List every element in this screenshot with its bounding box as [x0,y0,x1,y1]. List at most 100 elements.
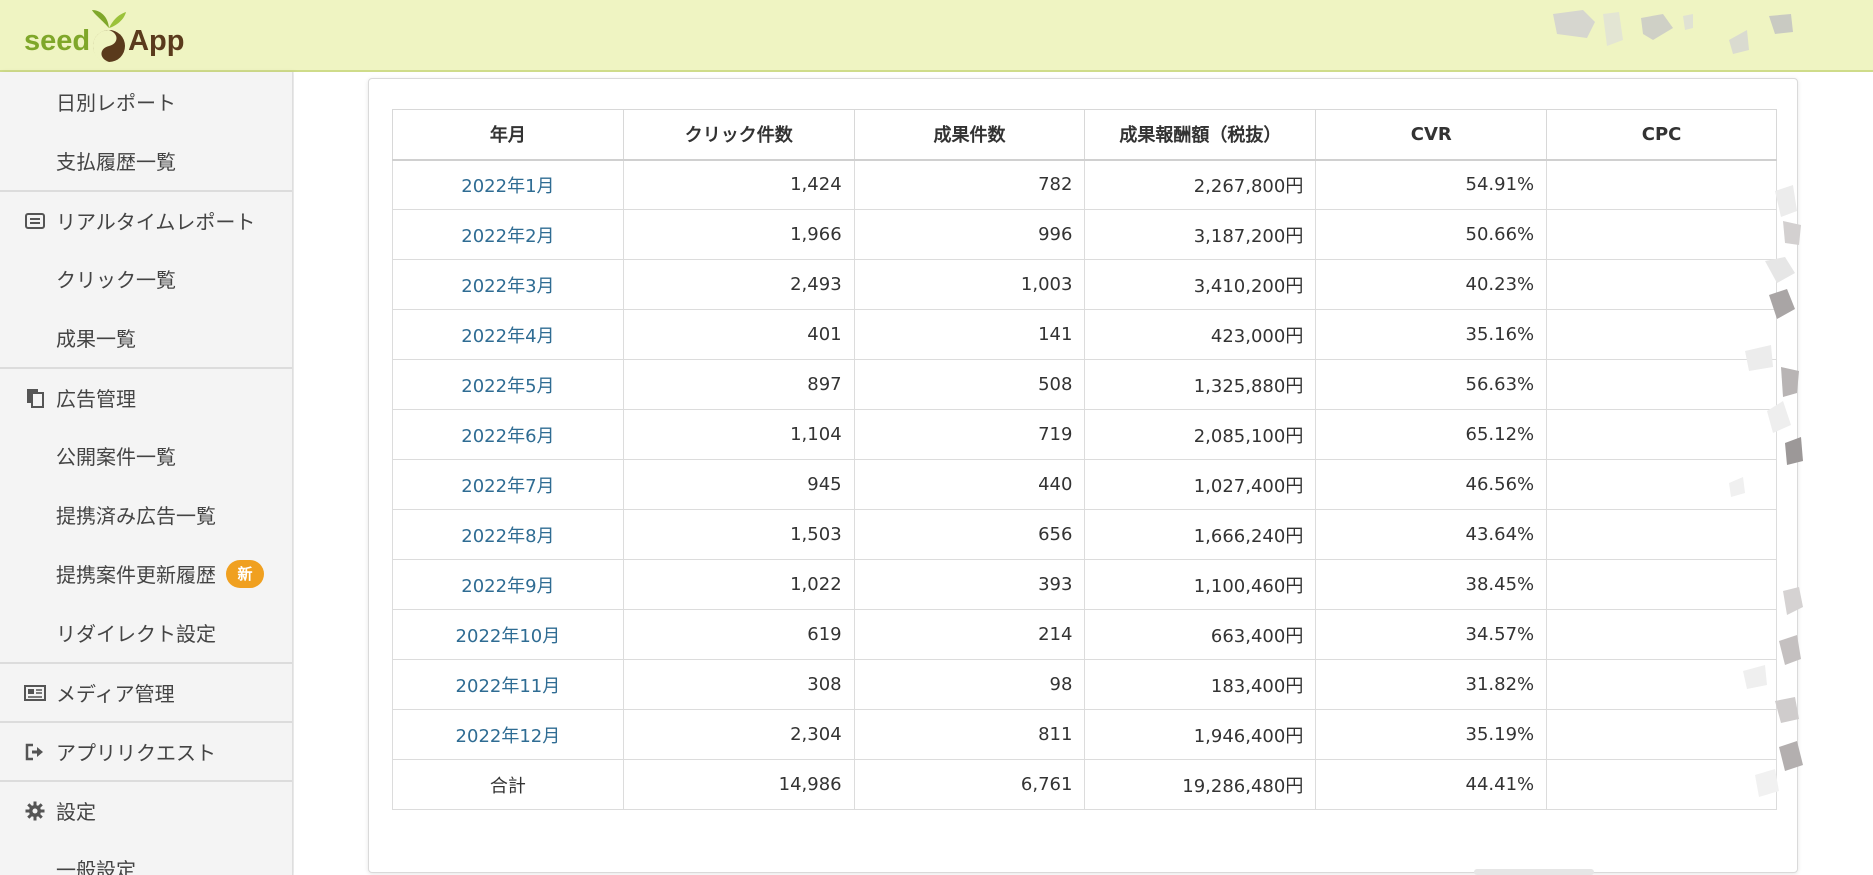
reward-cell: 663,400円 [1084,609,1317,660]
reward-cell: 1,027,400円 [1084,459,1317,510]
cpc-cell [1546,709,1777,760]
sidebar-item-label: クリック一覧 [56,268,176,292]
sidebar-item-affiliated-ads[interactable]: 提携済み広告一覧 [0,485,292,544]
reward-cell: 2,267,800円 [1084,159,1317,210]
cvr-cell: 56.63% [1315,359,1548,410]
sidebar-item-public-offers[interactable]: 公開案件一覧 [0,426,292,485]
newspaper-icon [24,682,46,704]
clicks-cell: 1,022 [622,559,855,610]
month-link[interactable]: 2022年12月 [392,709,624,760]
horizontal-scrollbar[interactable] [1474,869,1594,875]
sidebar-item-payment-history[interactable]: 支払履歴一覧 [0,131,292,190]
sidebar-item-label: リアルタイムレポート [56,210,256,234]
clicks-cell: 401 [622,309,855,360]
main-content: 年月 クリック件数 成果件数 成果報酬額（税抜） CVR CPC 2022年1月… [294,72,1873,875]
cvr-cell: 43.64% [1315,509,1548,560]
column-header-cvr: CVR [1315,109,1548,161]
sidebar-item-label: リダイレクト設定 [56,622,216,646]
sidebar: 日別レポート 支払履歴一覧 リアルタイムレポート クリック一覧 成果一覧 広告管… [0,72,293,875]
conversions-cell: 811 [853,709,1086,760]
conversions-cell: 98 [853,659,1086,710]
month-link[interactable]: 2022年2月 [392,209,624,260]
total-conversions-cell: 6,761 [853,759,1086,810]
reward-cell: 423,000円 [1084,309,1317,360]
sidebar-item-daily-report[interactable]: 日別レポート [0,72,292,131]
cvr-cell: 35.16% [1315,309,1548,360]
cpc-cell [1546,359,1777,410]
table-row: 2022年11月 308 98 183,400円 31.82% [392,659,1777,710]
cpc-cell [1546,659,1777,710]
month-link[interactable]: 2022年1月 [392,159,624,210]
reward-cell: 1,946,400円 [1084,709,1317,760]
month-link[interactable]: 2022年6月 [392,409,624,460]
conversions-cell: 1,003 [853,259,1086,310]
sidebar-item-label: 成果一覧 [56,327,136,351]
sidebar-item-offer-update-history[interactable]: 提携案件更新履歴 新 [0,544,292,603]
month-link[interactable]: 2022年11月 [392,659,624,710]
cvr-cell: 38.45% [1315,559,1548,610]
clicks-cell: 308 [622,659,855,710]
reward-cell: 3,410,200円 [1084,259,1317,310]
monthly-report-table: 年月 クリック件数 成果件数 成果報酬額（税抜） CVR CPC 2022年1月… [392,109,1777,810]
blurred-user-area [1553,10,1793,54]
month-link[interactable]: 2022年8月 [392,509,624,560]
table-row: 2022年12月 2,304 811 1,946,400円 35.19% [392,709,1777,760]
sign-out-icon [24,741,46,763]
cvr-cell: 31.82% [1315,659,1548,710]
column-header-conversions: 成果件数 [853,109,1086,161]
app-header: seed App [0,0,1873,72]
sidebar-item-conversion-list[interactable]: 成果一覧 [0,308,292,367]
sidebar-item-label: 提携案件更新履歴 [56,563,216,587]
conversions-cell: 996 [853,209,1086,260]
total-cvr-cell: 44.41% [1315,759,1548,810]
clicks-cell: 2,304 [622,709,855,760]
cvr-cell: 40.23% [1315,259,1548,310]
month-link[interactable]: 2022年7月 [392,459,624,510]
month-link[interactable]: 2022年10月 [392,609,624,660]
seed-sprout-icon [90,8,128,66]
total-cpc-cell [1546,759,1777,810]
sidebar-item-label: 公開案件一覧 [56,445,176,469]
table-row: 2022年10月 619 214 663,400円 34.57% [392,609,1777,660]
month-link[interactable]: 2022年9月 [392,559,624,610]
documents-icon [24,387,46,409]
conversions-cell: 214 [853,609,1086,660]
cpc-cell [1546,309,1777,360]
list-icon [24,210,46,232]
table-total-row: 合計 14,986 6,761 19,286,480円 44.41% [392,759,1777,810]
conversions-cell: 440 [853,459,1086,510]
cvr-cell: 65.12% [1315,409,1548,460]
conversions-cell: 656 [853,509,1086,560]
table-row: 2022年3月 2,493 1,003 3,410,200円 40.23% [392,259,1777,310]
column-header-month: 年月 [392,109,624,161]
sidebar-item-label: 設定 [56,800,96,824]
sidebar-item-click-list[interactable]: クリック一覧 [0,249,292,308]
month-link[interactable]: 2022年3月 [392,259,624,310]
conversions-cell: 719 [853,409,1086,460]
reward-cell: 2,085,100円 [1084,409,1317,460]
table-row: 2022年2月 1,966 996 3,187,200円 50.66% [392,209,1777,260]
column-header-reward: 成果報酬額（税抜） [1084,109,1317,161]
month-link[interactable]: 2022年5月 [392,359,624,410]
clicks-cell: 2,493 [622,259,855,310]
table-row: 2022年4月 401 141 423,000円 35.16% [392,309,1777,360]
sidebar-item-label: 支払履歴一覧 [56,150,176,174]
column-header-clicks: クリック件数 [622,109,855,161]
reward-cell: 1,325,880円 [1084,359,1317,410]
conversions-cell: 393 [853,559,1086,610]
sidebar-item-redirect-settings[interactable]: リダイレクト設定 [0,603,292,662]
sidebar-item-general-settings[interactable]: 一般設定 [0,839,292,875]
cvr-cell: 54.91% [1315,159,1548,210]
app-logo[interactable]: seed App [24,4,184,66]
month-link[interactable]: 2022年4月 [392,309,624,360]
sidebar-item-media-management[interactable]: メディア管理 [0,662,292,721]
clicks-cell: 1,104 [622,409,855,460]
sidebar-item-realtime-report[interactable]: リアルタイムレポート [0,190,292,249]
cpc-cell [1546,409,1777,460]
sidebar-item-ad-management[interactable]: 広告管理 [0,367,292,426]
sidebar-item-settings[interactable]: 設定 [0,780,292,839]
cpc-cell [1546,559,1777,610]
report-panel: 年月 クリック件数 成果件数 成果報酬額（税抜） CVR CPC 2022年1月… [368,78,1803,873]
column-header-cpc: CPC [1546,109,1777,161]
sidebar-item-app-request[interactable]: アプリリクエスト [0,721,292,780]
